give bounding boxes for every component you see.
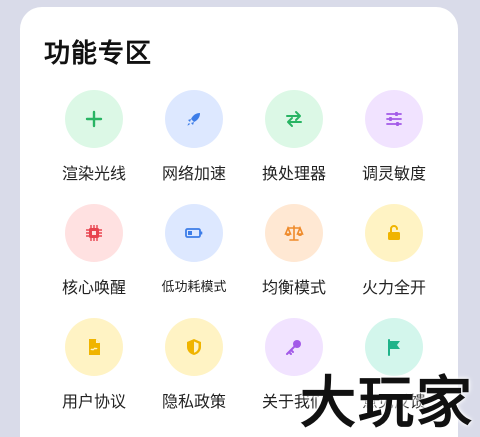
- feature-label: 用户协议: [61, 392, 126, 411]
- feature-label: 调灵敏度: [361, 164, 426, 183]
- feature-icon-circle: [165, 318, 223, 376]
- feature-icon-circle: [265, 318, 323, 376]
- feature-label: 隐私政策: [161, 392, 226, 411]
- plus-icon: [85, 110, 103, 128]
- shield-icon: [187, 339, 201, 355]
- feature-item-8[interactable]: 火力全开: [344, 204, 444, 298]
- feature-icon-circle: [65, 90, 123, 148]
- chip-icon: [86, 225, 102, 241]
- feature-icon-circle: [365, 204, 423, 262]
- unlock-icon: [388, 225, 400, 240]
- feature-label: 换处理器: [261, 164, 326, 183]
- swap-arrows-icon: [286, 111, 302, 127]
- feature-label: 低功耗模式: [161, 280, 227, 295]
- document-icon: [89, 339, 100, 355]
- feature-item-9[interactable]: 用户协议: [44, 318, 144, 412]
- feature-item-1[interactable]: 渲染光线: [44, 90, 144, 184]
- key-icon: [286, 340, 301, 355]
- feature-icon-circle: [365, 90, 423, 148]
- watermark: 大玩家: [300, 370, 474, 436]
- feature-item-10[interactable]: 隐私政策: [144, 318, 244, 412]
- feature-item-3[interactable]: 换处理器: [244, 90, 344, 184]
- section-title: 功能专区: [44, 39, 153, 69]
- feature-item-4[interactable]: 调灵敏度: [344, 90, 444, 184]
- battery-icon: [185, 228, 203, 238]
- feature-icon-circle: [265, 90, 323, 148]
- feature-icon-circle: [165, 90, 223, 148]
- feature-icon-circle: [365, 318, 423, 376]
- rocket-icon: [187, 113, 200, 126]
- feature-item-2[interactable]: 网络加速: [144, 90, 244, 184]
- feature-item-5[interactable]: 核心唤醒: [44, 204, 144, 298]
- feature-label: 渲染光线: [61, 164, 126, 183]
- feature-item-7[interactable]: 均衡模式: [244, 204, 344, 298]
- feature-label: 均衡模式: [261, 278, 326, 297]
- feature-icon-circle: [265, 204, 323, 262]
- feature-icon-circle: [165, 204, 223, 262]
- feature-item-6[interactable]: 低功耗模式: [144, 204, 244, 295]
- feature-label: 核心唤醒: [61, 278, 126, 297]
- scale-icon: [284, 225, 304, 241]
- flag-icon: [388, 339, 400, 356]
- feature-label: 网络加速: [161, 164, 226, 183]
- sliders-icon: [386, 112, 402, 126]
- feature-icon-circle: [65, 318, 123, 376]
- feature-label: 火力全开: [361, 278, 426, 297]
- feature-icon-circle: [65, 204, 123, 262]
